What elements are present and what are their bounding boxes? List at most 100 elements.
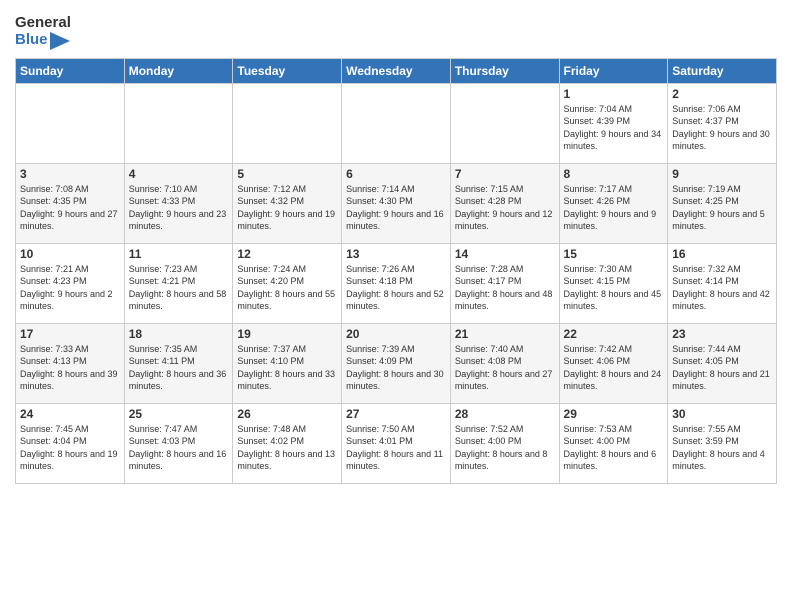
day-cell: 23Sunrise: 7:44 AM Sunset: 4:05 PM Dayli… (668, 323, 777, 403)
day-info: Sunrise: 7:39 AM Sunset: 4:09 PM Dayligh… (346, 343, 446, 393)
day-info: Sunrise: 7:04 AM Sunset: 4:39 PM Dayligh… (564, 103, 664, 153)
day-info: Sunrise: 7:30 AM Sunset: 4:15 PM Dayligh… (564, 263, 664, 313)
day-info: Sunrise: 7:08 AM Sunset: 4:35 PM Dayligh… (20, 183, 120, 233)
day-info: Sunrise: 7:37 AM Sunset: 4:10 PM Dayligh… (237, 343, 337, 393)
day-cell: 7 Sunrise: 7:15 AM Sunset: 4:28 PM Daylig… (450, 163, 559, 243)
day-number: 4 (129, 167, 229, 181)
day-number: 27 (346, 407, 446, 421)
week-row-5: 24 Sunrise: 7:45 AM Sunset: 4:04 PM Dayli… (16, 403, 777, 483)
day-number: 23 (672, 327, 772, 341)
day-number: 3 (20, 167, 120, 181)
day-cell: 15 Sunrise: 7:30 AM Sunset: 4:15 PM Dayli… (559, 243, 668, 323)
logo-blue: Blue (15, 32, 70, 50)
day-cell: 27Sunrise: 7:50 AM Sunset: 4:01 PM Dayli… (342, 403, 451, 483)
day-cell: 6 Sunrise: 7:14 AM Sunset: 4:30 PM Daylig… (342, 163, 451, 243)
day-cell: 29 Sunrise: 7:53 AM Sunset: 4:00 PM Dayli… (559, 403, 668, 483)
day-number: 9 (672, 167, 772, 181)
day-cell: 24 Sunrise: 7:45 AM Sunset: 4:04 PM Dayli… (16, 403, 125, 483)
day-info: Sunrise: 7:47 AM Sunset: 4:03 PM Dayligh… (129, 423, 229, 473)
day-number: 17 (20, 327, 120, 341)
day-info: Sunrise: 7:32 AM Sunset: 4:14 PM Dayligh… (672, 263, 772, 313)
day-cell: 19 Sunrise: 7:37 AM Sunset: 4:10 PM Dayli… (233, 323, 342, 403)
day-info: Sunrise: 7:45 AM Sunset: 4:04 PM Dayligh… (20, 423, 120, 473)
day-cell: 12 Sunrise: 7:24 AM Sunset: 4:20 PM Dayli… (233, 243, 342, 323)
day-info: Sunrise: 7:23 AM Sunset: 4:21 PM Dayligh… (129, 263, 229, 313)
day-info: Sunrise: 7:14 AM Sunset: 4:30 PM Dayligh… (346, 183, 446, 233)
day-number: 25 (129, 407, 229, 421)
day-cell: 2 Sunrise: 7:06 AM Sunset: 4:37 PM Daylig… (668, 83, 777, 163)
day-info: Sunrise: 7:12 AM Sunset: 4:32 PM Dayligh… (237, 183, 337, 233)
week-row-3: 10 Sunrise: 7:21 AM Sunset: 4:23 PM Dayli… (16, 243, 777, 323)
day-cell (16, 83, 125, 163)
day-cell: 21 Sunrise: 7:40 AM Sunset: 4:08 PM Dayli… (450, 323, 559, 403)
weekday-header-row: SundayMondayTuesdayWednesdayThursdayFrid… (16, 58, 777, 83)
day-cell: 17Sunrise: 7:33 AM Sunset: 4:13 PM Dayli… (16, 323, 125, 403)
day-number: 2 (672, 87, 772, 101)
day-cell: 20Sunrise: 7:39 AM Sunset: 4:09 PM Dayli… (342, 323, 451, 403)
day-cell (124, 83, 233, 163)
day-cell: 4 Sunrise: 7:10 AM Sunset: 4:33 PM Daylig… (124, 163, 233, 243)
day-cell: 16 Sunrise: 7:32 AM Sunset: 4:14 PM Dayli… (668, 243, 777, 323)
weekday-sunday: Sunday (16, 58, 125, 83)
day-number: 15 (564, 247, 664, 261)
weekday-thursday: Thursday (450, 58, 559, 83)
day-number: 29 (564, 407, 664, 421)
day-info: Sunrise: 7:15 AM Sunset: 4:28 PM Dayligh… (455, 183, 555, 233)
day-number: 19 (237, 327, 337, 341)
day-info: Sunrise: 7:19 AM Sunset: 4:25 PM Dayligh… (672, 183, 772, 233)
day-number: 12 (237, 247, 337, 261)
week-row-4: 17Sunrise: 7:33 AM Sunset: 4:13 PM Dayli… (16, 323, 777, 403)
day-number: 5 (237, 167, 337, 181)
weekday-wednesday: Wednesday (342, 58, 451, 83)
day-cell (450, 83, 559, 163)
day-number: 21 (455, 327, 555, 341)
day-info: Sunrise: 7:48 AM Sunset: 4:02 PM Dayligh… (237, 423, 337, 473)
day-info: Sunrise: 7:21 AM Sunset: 4:23 PM Dayligh… (20, 263, 120, 313)
day-info: Sunrise: 7:28 AM Sunset: 4:17 PM Dayligh… (455, 263, 555, 313)
day-cell: 13 Sunrise: 7:26 AM Sunset: 4:18 PM Dayli… (342, 243, 451, 323)
day-number: 1 (564, 87, 664, 101)
logo-arrow-icon (50, 32, 70, 50)
day-info: Sunrise: 7:55 AM Sunset: 3:59 PM Dayligh… (672, 423, 772, 473)
day-info: Sunrise: 7:06 AM Sunset: 4:37 PM Dayligh… (672, 103, 772, 153)
day-number: 7 (455, 167, 555, 181)
day-info: Sunrise: 7:10 AM Sunset: 4:33 PM Dayligh… (129, 183, 229, 233)
day-cell: 22Sunrise: 7:42 AM Sunset: 4:06 PM Dayli… (559, 323, 668, 403)
weekday-monday: Monday (124, 58, 233, 83)
day-info: Sunrise: 7:40 AM Sunset: 4:08 PM Dayligh… (455, 343, 555, 393)
day-cell: 9 Sunrise: 7:19 AM Sunset: 4:25 PM Daylig… (668, 163, 777, 243)
day-cell: 14 Sunrise: 7:28 AM Sunset: 4:17 PM Dayli… (450, 243, 559, 323)
weekday-tuesday: Tuesday (233, 58, 342, 83)
day-cell: 3 Sunrise: 7:08 AM Sunset: 4:35 PM Daylig… (16, 163, 125, 243)
day-cell: 1 Sunrise: 7:04 AM Sunset: 4:39 PM Daylig… (559, 83, 668, 163)
day-cell: 26 Sunrise: 7:48 AM Sunset: 4:02 PM Dayli… (233, 403, 342, 483)
day-info: Sunrise: 7:35 AM Sunset: 4:11 PM Dayligh… (129, 343, 229, 393)
day-number: 10 (20, 247, 120, 261)
day-number: 18 (129, 327, 229, 341)
day-cell: 30 Sunrise: 7:55 AM Sunset: 3:59 PM Dayli… (668, 403, 777, 483)
header: General Blue (15, 10, 777, 50)
day-cell: 25 Sunrise: 7:47 AM Sunset: 4:03 PM Dayli… (124, 403, 233, 483)
main-container: General Blue SundayMondayTuesdayWednesda… (0, 0, 792, 612)
day-number: 26 (237, 407, 337, 421)
day-cell (342, 83, 451, 163)
weekday-saturday: Saturday (668, 58, 777, 83)
day-info: Sunrise: 7:17 AM Sunset: 4:26 PM Dayligh… (564, 183, 664, 233)
logo-general: General (15, 15, 71, 32)
day-cell: 5 Sunrise: 7:12 AM Sunset: 4:32 PM Daylig… (233, 163, 342, 243)
day-number: 14 (455, 247, 555, 261)
day-number: 24 (20, 407, 120, 421)
day-number: 16 (672, 247, 772, 261)
day-number: 8 (564, 167, 664, 181)
day-info: Sunrise: 7:24 AM Sunset: 4:20 PM Dayligh… (237, 263, 337, 313)
day-number: 30 (672, 407, 772, 421)
day-cell: 8 Sunrise: 7:17 AM Sunset: 4:26 PM Daylig… (559, 163, 668, 243)
day-info: Sunrise: 7:26 AM Sunset: 4:18 PM Dayligh… (346, 263, 446, 313)
day-number: 6 (346, 167, 446, 181)
day-number: 13 (346, 247, 446, 261)
day-cell: 11Sunrise: 7:23 AM Sunset: 4:21 PM Dayli… (124, 243, 233, 323)
day-info: Sunrise: 7:42 AM Sunset: 4:06 PM Dayligh… (564, 343, 664, 393)
day-info: Sunrise: 7:53 AM Sunset: 4:00 PM Dayligh… (564, 423, 664, 473)
day-number: 28 (455, 407, 555, 421)
day-info: Sunrise: 7:52 AM Sunset: 4:00 PM Dayligh… (455, 423, 555, 473)
